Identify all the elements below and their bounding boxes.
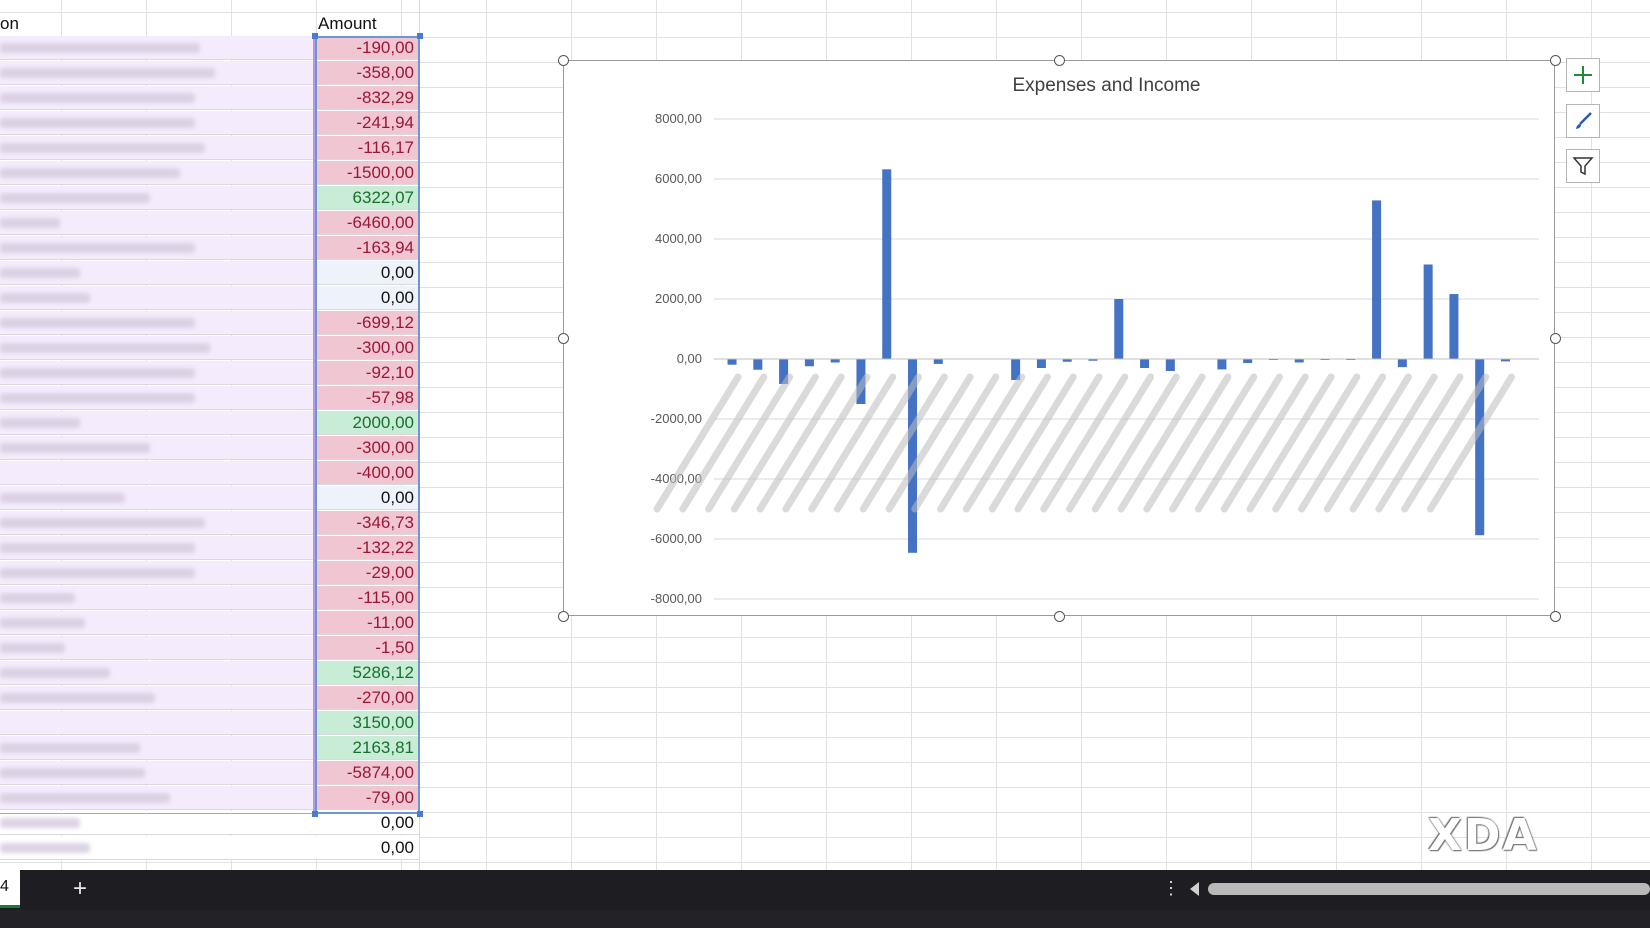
chart-bar[interactable] [1449,294,1459,359]
status-bar [0,910,1650,928]
chart-bar[interactable] [1036,359,1046,368]
selection-handle[interactable] [417,33,423,39]
redacted-text [0,818,80,828]
amount-cell[interactable]: 0,00 [315,811,419,835]
scroll-left-arrow-icon[interactable] [1190,882,1199,896]
selection-handle[interactable] [417,811,423,817]
y-tick-label: 0,00 [677,351,702,366]
chart-filters-button[interactable] [1566,149,1600,183]
chart-bar[interactable] [1294,359,1304,363]
chart-bar[interactable] [882,169,892,359]
y-tick-label: 6000,00 [655,171,702,186]
chart-resize-handle-bottom[interactable] [1054,611,1065,622]
y-tick-label: -8000,00 [651,591,702,606]
chart-bar[interactable] [1243,359,1253,363]
filter-icon [1572,157,1594,176]
expenses-income-chart[interactable]: Expenses and Income 8000,00 6000,00 4000,00… [563,60,1555,616]
y-tick-label: 4000,00 [655,231,702,246]
y-tick-label: 2000,00 [655,291,702,306]
vertical-dots-icon[interactable]: ⋮ [1162,878,1180,898]
chart-resize-handle-top-right[interactable] [1550,55,1561,66]
add-sheet-button[interactable]: + [66,876,94,904]
chart-bar[interactable] [804,359,814,367]
description-cell[interactable] [0,811,315,835]
chart-resize-handle-bottom-right[interactable] [1550,611,1561,622]
chart-title[interactable]: Expenses and Income [1012,75,1200,96]
chart-elements-button[interactable] [1566,58,1600,92]
chart-bar[interactable] [1140,359,1150,368]
chart-bar[interactable] [933,359,943,364]
amount-cell[interactable]: 0,00 [315,836,419,860]
chart-resize-handle-top-left[interactable] [558,55,569,66]
tab-active-sheet[interactable]: 4 [0,870,20,908]
selection-handle[interactable] [312,33,318,39]
chart-resize-handle-left[interactable] [558,333,569,344]
sheet-tab-bar: 4 + ⋮ [0,870,1650,910]
y-tick-label: -6000,00 [651,531,702,546]
chart-plot: Expenses and Income 8000,00 6000,00 4000,00… [651,75,1539,606]
column-a-header[interactable]: on [0,12,19,36]
chart-resize-handle-top[interactable] [1054,55,1065,66]
chart-bar[interactable] [753,359,763,370]
chart-styles-button[interactable] [1566,104,1600,138]
chart-bar[interactable] [830,359,840,363]
xda-watermark: XDA [1428,810,1539,861]
y-tick-label: -2000,00 [651,411,702,426]
chart-resize-handle-right[interactable] [1550,333,1561,344]
horizontal-scrollbar[interactable] [1208,883,1650,895]
redacted-text [0,843,90,853]
plus-icon [1574,66,1592,84]
description-cell[interactable] [0,836,315,860]
chart-bar[interactable] [1423,264,1433,360]
chart-bar[interactable] [1372,200,1382,359]
chart-bar[interactable] [1217,359,1227,370]
y-tick-label: 8000,00 [655,111,702,126]
chart-bar[interactable] [1165,359,1175,371]
chart-bar[interactable] [727,359,737,365]
selection-range-amount [315,36,420,814]
brush-icon [1576,112,1592,129]
selection-range-description [0,36,315,814]
x-axis-labels-redacted [653,373,1515,513]
chart-bar[interactable] [1397,359,1407,368]
chart-bar[interactable] [1114,299,1124,359]
selection-handle[interactable] [312,811,318,817]
column-amount-header[interactable]: Amount [318,12,377,36]
chart-resize-handle-bottom-left[interactable] [558,611,569,622]
